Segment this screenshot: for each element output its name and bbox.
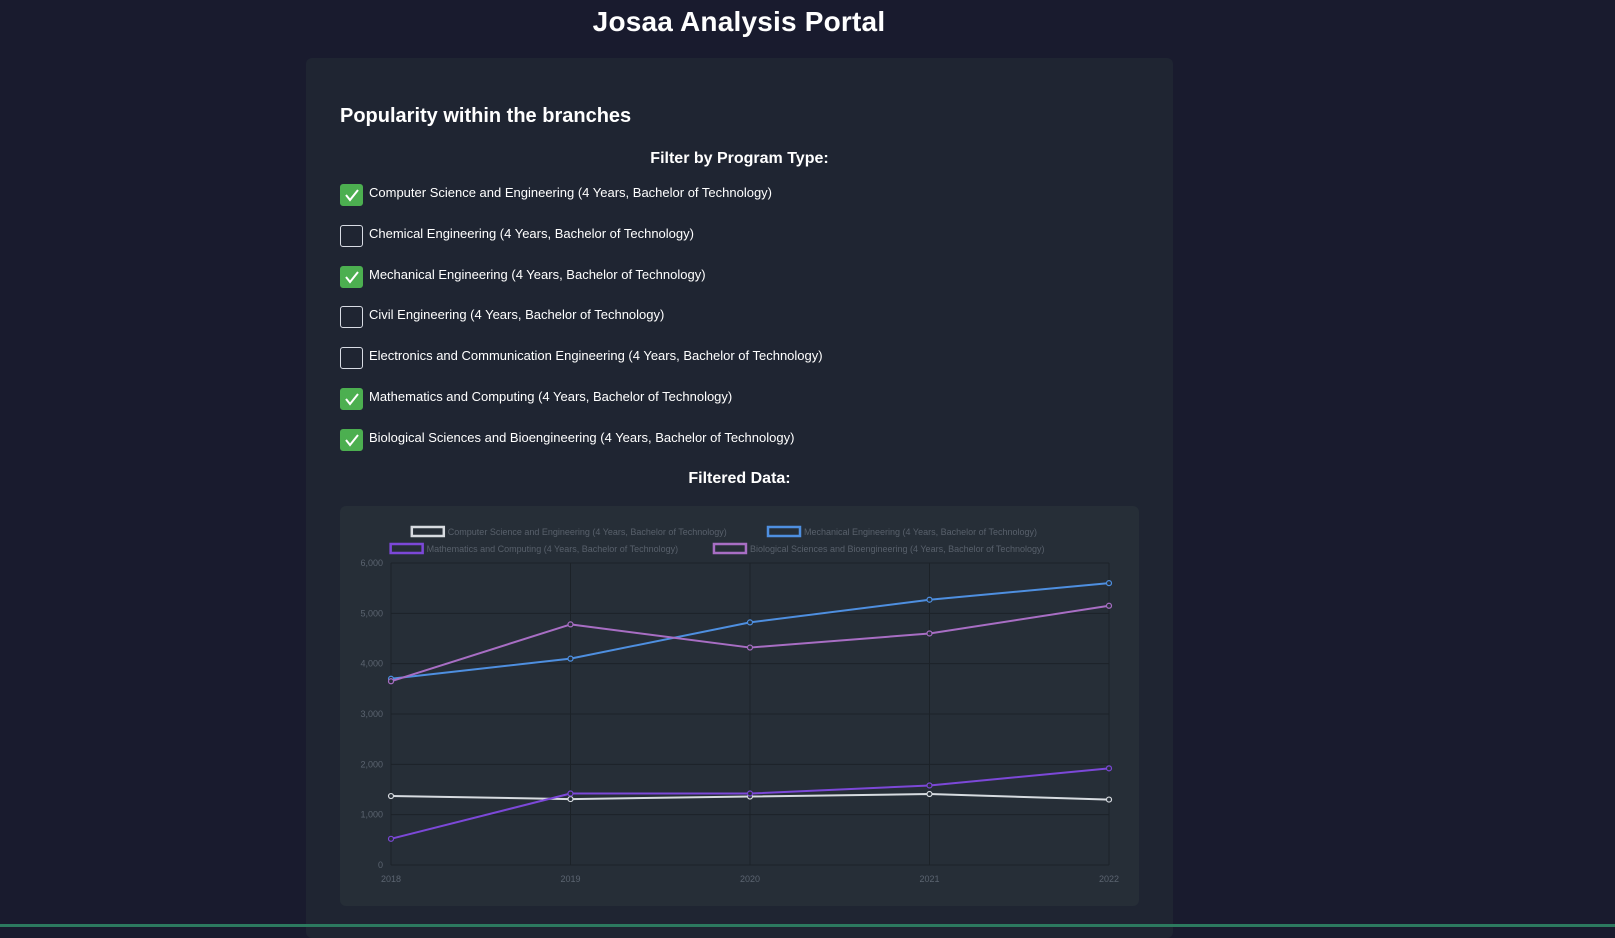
legend-label: Computer Science and Engineering (4 Year… [448, 527, 727, 537]
data-point [926, 790, 933, 798]
filter-item-chemical[interactable]: Chemical Engineering (4 Years, Bachelor … [340, 224, 1100, 248]
page-title: Josaa Analysis Portal [592, 6, 886, 37]
legend-item: Computer Science and Engineering (4 Year… [410, 525, 727, 538]
data-point [1105, 602, 1113, 609]
data-point [926, 782, 933, 789]
legend-item: Mechanical Engineering (4 Years, Bachelo… [766, 525, 1037, 538]
filter-label-cse: Computer Science and Engineering (4 Year… [369, 184, 773, 200]
y-tick-label: 1,000 [360, 810, 383, 820]
data-point [926, 596, 933, 603]
data-point [387, 835, 395, 842]
analysis-card: Popularity within the branches Filter by… [306, 58, 1173, 938]
data-point [567, 621, 574, 628]
filter-label-mnc: Mathematics and Computing (4 Years, Bach… [369, 388, 733, 404]
filtered-data-heading: Filtered Data: [688, 470, 791, 487]
data-point [926, 630, 933, 637]
filter-item-mnc[interactable]: Mathematics and Computing (4 Years, Bach… [340, 387, 1100, 411]
chart-panel: 0 1,000 2,000 3,000 4,000 5,000 6,000 2018 2019 2… [340, 506, 1139, 906]
section-title: Popularity within the branches [340, 105, 632, 127]
data-point [746, 619, 754, 626]
data-point [387, 678, 395, 685]
data-point [387, 792, 395, 800]
x-tick-label: 2019 [560, 874, 580, 884]
checkbox-cse[interactable] [340, 184, 363, 206]
legend-label: Biological Sciences and Bioengineering (… [750, 544, 1045, 554]
x-tick-label: 2018 [381, 874, 401, 884]
legend-item: Biological Sciences and Bioengineering (… [712, 542, 1045, 555]
checkmark-icon [344, 434, 359, 447]
filter-heading: Filter by Program Type: [650, 150, 829, 167]
x-tick-label: 2020 [740, 874, 760, 884]
data-point [567, 795, 574, 803]
checkmark-icon [344, 189, 359, 202]
filter-label-chemical: Chemical Engineering (4 Years, Bachelor … [369, 225, 694, 241]
filter-item-mechanical[interactable]: Mechanical Engineering (4 Years, Bachelo… [340, 265, 1100, 289]
legend-swatch [389, 542, 424, 555]
data-point [567, 790, 574, 797]
y-tick-label: 5,000 [360, 608, 383, 618]
legend-label: Mechanical Engineering (4 Years, Bachelo… [804, 527, 1037, 537]
checkbox-mnc[interactable] [340, 388, 363, 410]
checkbox-bsbe[interactable] [340, 429, 363, 451]
x-tick-label: 2022 [1099, 874, 1119, 884]
data-point [746, 790, 754, 797]
x-tick-label: 2021 [919, 874, 939, 884]
data-point [1105, 796, 1113, 803]
legend-swatch [766, 525, 802, 538]
checkbox-ece[interactable] [340, 347, 363, 369]
filter-item-ece[interactable]: Electronics and Communication Engineerin… [340, 346, 1100, 370]
checkbox-mechanical[interactable] [340, 266, 363, 288]
data-point [567, 655, 574, 662]
filter-label-civil: Civil Engineering (4 Years, Bachelor of … [369, 306, 665, 322]
checkbox-civil[interactable] [340, 306, 363, 328]
checkmark-icon [344, 393, 359, 406]
y-tick-label: 4,000 [360, 659, 383, 669]
filter-label-ece: Electronics and Communication Engineerin… [369, 347, 823, 363]
y-tick-label: 2,000 [360, 759, 383, 769]
data-point [1105, 580, 1113, 587]
y-tick-label: 3,000 [360, 709, 383, 719]
line-chart: 0 1,000 2,000 3,000 4,000 5,000 6,000 2018 2019 2… [360, 525, 1119, 884]
checkbox-chemical[interactable] [340, 225, 363, 247]
legend-label: Mathematics and Computing (4 Years, Bach… [427, 544, 678, 554]
filter-item-cse[interactable]: Computer Science and Engineering (4 Year… [340, 183, 1100, 207]
legend-swatch [410, 525, 446, 538]
filter-label-mechanical: Mechanical Engineering (4 Years, Bachelo… [369, 266, 706, 282]
checkmark-icon [344, 271, 359, 284]
filter-item-bsbe[interactable]: Biological Sciences and Bioengineering (… [340, 428, 1100, 452]
filter-label-bsbe: Biological Sciences and Bioengineering (… [369, 429, 795, 445]
y-tick-label: 0 [378, 860, 383, 870]
legend-item: Mathematics and Computing (4 Years, Bach… [389, 542, 678, 555]
filter-item-civil[interactable]: Civil Engineering (4 Years, Bachelor of … [340, 305, 1100, 329]
data-point [746, 644, 754, 651]
data-point [1105, 765, 1113, 772]
legend-swatch [712, 542, 748, 555]
y-tick-label: 6,000 [360, 558, 383, 568]
